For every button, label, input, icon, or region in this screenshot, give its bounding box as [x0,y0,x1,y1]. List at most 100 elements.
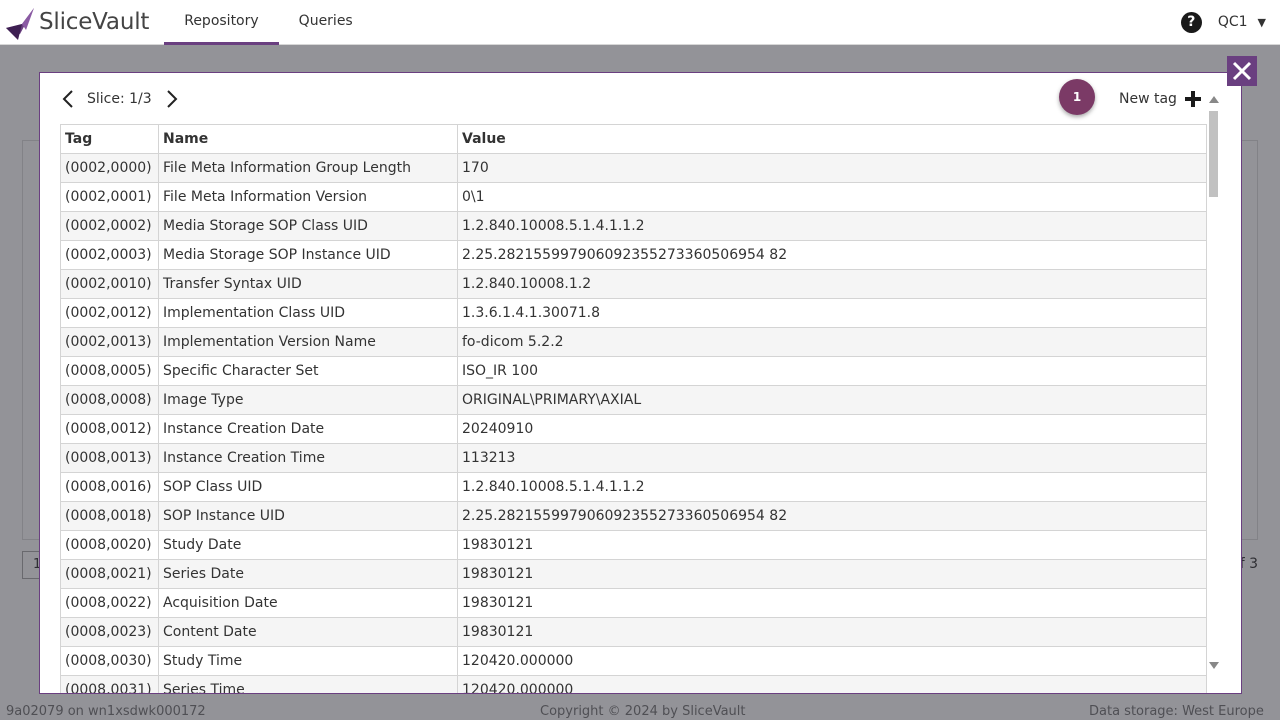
table-row[interactable]: (0002,0013) Implementation Version Name fo… [60,327,1207,357]
cell-tag: (0002,0003) [60,240,159,270]
table-row[interactable]: (0008,0030) Study Time 120420.000000 [60,646,1207,676]
table-row[interactable]: (0008,0023) Content Date 19830121 [60,617,1207,647]
cell-value: 19830121 [457,559,1207,589]
cell-value: 1.2.840.10008.5.1.4.1.1.2 [457,472,1207,502]
cell-tag: (0008,0005) [60,356,159,386]
table-row[interactable]: (0002,0002) Media Storage SOP Class UID 1.… [60,211,1207,241]
cell-name: File Meta Information Version [158,182,458,212]
table-header-row: Tag Name Value [60,124,1207,154]
cell-name: Series Time [158,675,458,693]
table-row[interactable]: (0002,0000) File Meta Information Group L… [60,153,1207,183]
cell-tag: (0008,0008) [60,385,159,415]
table-row[interactable]: (0002,0010) Transfer Syntax UID 1.2.840.10… [60,269,1207,299]
table-row[interactable]: (0002,0001) File Meta Information Version… [60,182,1207,212]
slicevault-logo-icon [6,8,34,40]
dicom-tags-modal: Slice: 1/3 1 New tag Tag Name Value (000… [39,72,1242,694]
table-row[interactable]: (0008,0012) Instance Creation Date 2024091… [60,414,1207,444]
cell-value: 120420.000000 [457,675,1207,693]
topbar-right: ? QC1 ▼ [1180,0,1280,45]
cell-name: Series Date [158,559,458,589]
cell-name: Instance Creation Time [158,443,458,473]
table-row[interactable]: (0008,0008) Image Type ORIGINAL\PRIMARY\AX… [60,385,1207,415]
cell-value: ISO_IR 100 [457,356,1207,386]
table-row[interactable]: (0008,0022) Acquisition Date 19830121 [60,588,1207,618]
app-name: SliceVault [39,9,150,35]
scrollbar-thumb[interactable] [1209,111,1218,197]
help-icon[interactable]: ? [1180,11,1202,33]
cell-name: Study Time [158,646,458,676]
cell-value: 0\1 [457,182,1207,212]
dicom-tags-table: Tag Name Value (0002,0000) File Meta Info… [60,124,1207,693]
cell-tag: (0008,0018) [60,501,159,531]
cell-tag: (0002,0000) [60,153,159,183]
nav-tab-queries[interactable]: Queries [279,0,373,45]
new-tag-label: New tag [1119,91,1177,107]
table-row[interactable]: (0008,0016) SOP Class UID 1.2.840.10008.5.… [60,472,1207,502]
modal-header: Slice: 1/3 1 New tag [40,73,1241,125]
cell-value: ORIGINAL\PRIMARY\AXIAL [457,385,1207,415]
table-scrollbar[interactable] [1206,93,1222,673]
table-row[interactable]: (0008,0020) Study Date 19830121 [60,530,1207,560]
cell-name: File Meta Information Group Length [158,153,458,183]
cell-value: fo-dicom 5.2.2 [457,327,1207,357]
close-modal-button[interactable] [1227,56,1257,86]
table-row[interactable]: (0008,0005) Specific Character Set ISO_IR … [60,356,1207,386]
cell-value: 19830121 [457,617,1207,647]
table-row[interactable]: (0008,0021) Series Date 19830121 [60,559,1207,589]
table-row[interactable]: (0008,0018) SOP Instance UID 2.25.28215599… [60,501,1207,531]
app-logo[interactable]: SliceVault [0,0,149,45]
table-row[interactable]: (0008,0031) Series Time 120420.000000 [60,675,1207,693]
cell-tag: (0008,0016) [60,472,159,502]
close-icon [1232,61,1252,81]
user-menu-name[interactable]: QC1 [1218,14,1248,30]
nav-tab-repository[interactable]: Repository [164,0,279,45]
column-header-name[interactable]: Name [158,124,458,154]
cell-value: 1.2.840.10008.5.1.4.1.1.2 [457,211,1207,241]
cell-value: 1.2.840.10008.1.2 [457,269,1207,299]
cell-tag: (0008,0013) [60,443,159,473]
cell-name: Content Date [158,617,458,647]
cell-tag: (0008,0023) [60,617,159,647]
cell-tag: (0008,0022) [60,588,159,618]
slice-indicator: Slice: 1/3 [87,91,152,107]
cell-name: SOP Class UID [158,472,458,502]
cell-value: 113213 [457,443,1207,473]
cell-name: Implementation Version Name [158,327,458,357]
cell-value: 170 [457,153,1207,183]
previous-slice-button[interactable] [58,87,78,111]
cell-value: 1.3.6.1.4.1.30071.8 [457,298,1207,328]
new-tag-button[interactable]: New tag [1119,87,1202,111]
cell-name: Media Storage SOP Class UID [158,211,458,241]
cell-value: 120420.000000 [457,646,1207,676]
cell-tag: (0002,0001) [60,182,159,212]
cell-name: Image Type [158,385,458,415]
cell-name: Specific Character Set [158,356,458,386]
cell-tag: (0002,0002) [60,211,159,241]
cell-tag: (0008,0030) [60,646,159,676]
cell-value: 19830121 [457,588,1207,618]
column-header-value[interactable]: Value [457,124,1207,154]
column-header-tag[interactable]: Tag [60,124,159,154]
cell-name: Study Date [158,530,458,560]
table-row[interactable]: (0002,0003) Media Storage SOP Instance UI… [60,240,1207,270]
chevron-down-icon[interactable]: ▼ [1258,16,1266,29]
cell-name: Acquisition Date [158,588,458,618]
cell-value: 20240910 [457,414,1207,444]
next-slice-button[interactable] [162,87,182,111]
cell-tag: (0008,0012) [60,414,159,444]
table-body: (0002,0000) File Meta Information Group L… [60,153,1207,693]
cell-name: Transfer Syntax UID [158,269,458,299]
cell-value: 2.25.282155997906092355273360506954 82 [457,240,1207,270]
cell-tag: (0008,0021) [60,559,159,589]
scroll-up-arrow-icon[interactable] [1209,96,1219,103]
plus-icon [1184,91,1201,107]
scroll-down-arrow-icon[interactable] [1209,662,1219,669]
cell-tag: (0008,0031) [60,675,159,693]
cell-tag: (0002,0013) [60,327,159,357]
table-row[interactable]: (0002,0012) Implementation Class UID 1.3.6… [60,298,1207,328]
table-row[interactable]: (0008,0013) Instance Creation Time 113213 [60,443,1207,473]
notification-badge[interactable]: 1 [1059,79,1095,115]
cell-tag: (0008,0020) [60,530,159,560]
main-nav: Repository Queries [164,0,373,45]
cell-name: Instance Creation Date [158,414,458,444]
